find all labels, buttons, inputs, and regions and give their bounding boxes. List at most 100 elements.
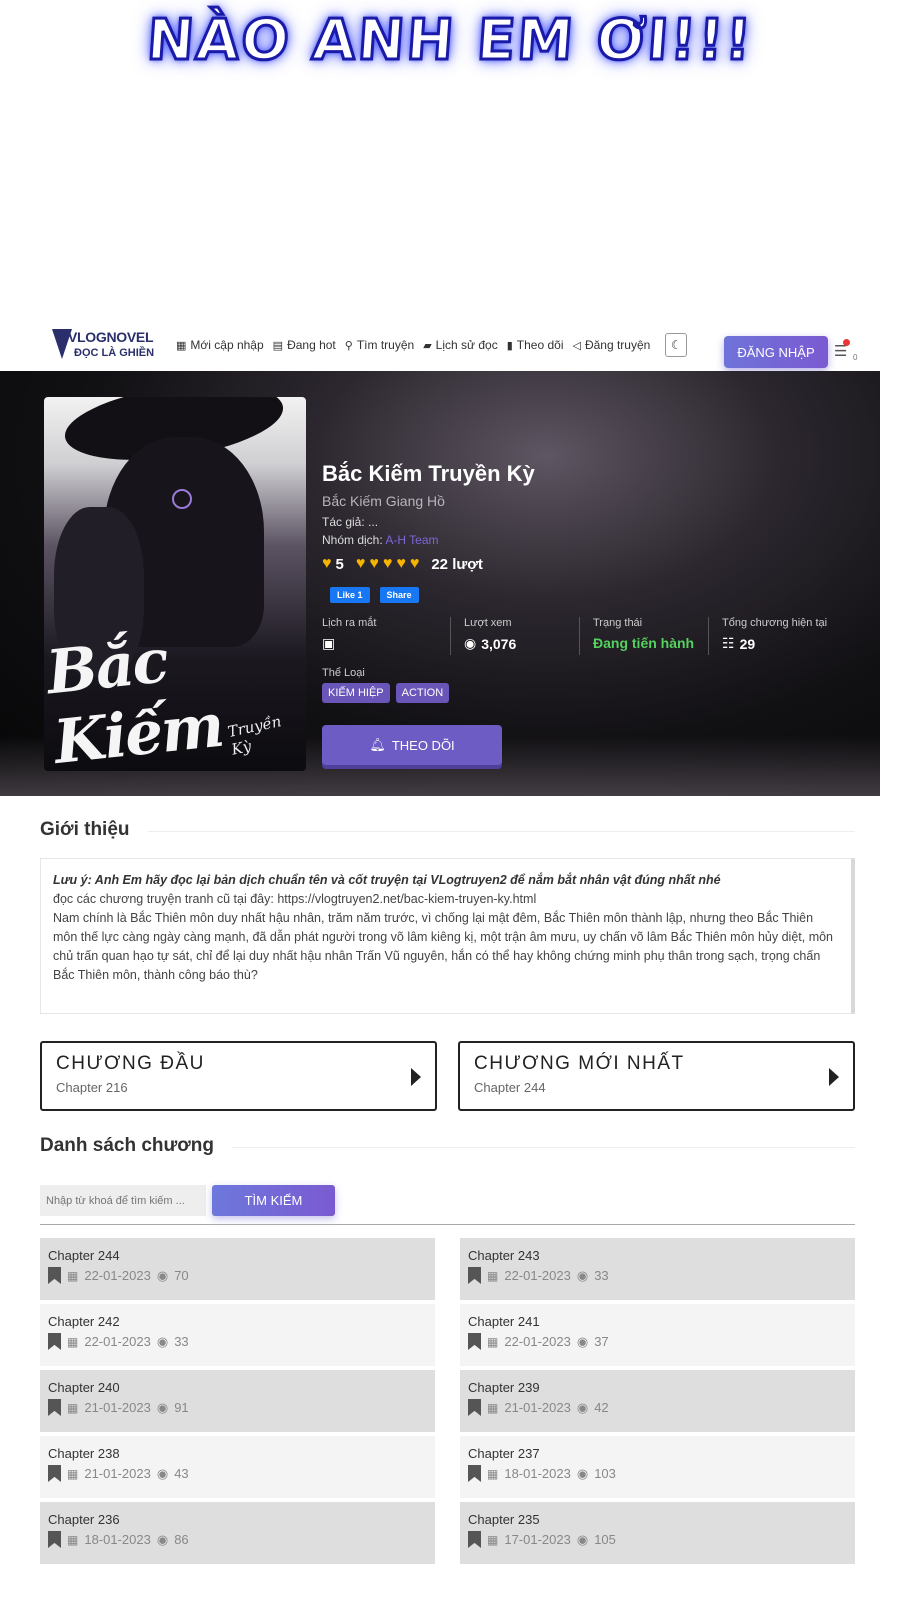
calendar-icon: ▦ — [67, 1268, 79, 1283]
latest-chapter-card[interactable]: CHƯƠNG MỚI NHẤT Chapter 244 — [458, 1041, 855, 1111]
eye-icon: ◉ — [156, 1267, 169, 1283]
promo-banner: NÀO ANH EM ƠI!!! — [0, 0, 900, 310]
manga-title: Bắc Kiếm Truyền Kỳ — [322, 461, 535, 486]
bookmark-icon[interactable] — [48, 1465, 61, 1482]
chapter-date: 18-01-2023 — [84, 1532, 151, 1547]
site-logo[interactable]: VLOGNOVEL ĐỌC LÀ GHIỀN — [52, 325, 162, 365]
facebook-buttons: Like 1 Share — [330, 587, 862, 603]
author-label: Tác giả: — [322, 515, 365, 529]
nav-item-follow[interactable]: ▮ Theo dõi — [507, 338, 564, 352]
list-item[interactable]: Chapter 241 ▦ 22-01-2023 ◉ 37 — [460, 1304, 855, 1366]
cover-emblem-icon — [172, 489, 192, 509]
login-button[interactable]: ĐĂNG NHẬP — [724, 336, 828, 368]
stat-chapters: Tổng chương hiện tại ☷ 29 — [709, 617, 838, 655]
genre-tag[interactable]: KIẾM HIỆP — [322, 683, 390, 703]
chapter-name: Chapter 240 — [48, 1380, 120, 1395]
fb-like-button[interactable]: Like 1 — [330, 587, 370, 603]
intro-link-line: đọc các chương truyện tranh cũ tại đây: … — [53, 892, 537, 906]
bell-icon: 🔔︎ — [369, 737, 386, 752]
chapter-meta: ▦ 22-01-2023 ◉ 37 — [468, 1333, 847, 1350]
chapter-name: Chapter 242 — [48, 1314, 120, 1329]
genre-tag[interactable]: ACTION — [395, 683, 450, 703]
chapter-name: Chapter 236 — [48, 1512, 120, 1527]
heart-icon[interactable]: ♥ — [383, 555, 393, 573]
group-link[interactable]: A-H Team — [385, 533, 438, 547]
eye-icon: ◉ — [576, 1531, 589, 1547]
bookmark-icon[interactable] — [48, 1267, 61, 1284]
calendar-icon: ▦ — [487, 1400, 499, 1415]
follow-button[interactable]: 🔔︎ THEO DÕI — [322, 725, 502, 765]
rating-count: 22 lượt — [431, 555, 483, 573]
chapter-date: 22-01-2023 — [84, 1334, 151, 1349]
calendar-card-icon: ▣ — [322, 635, 336, 651]
nav-item-label: Mới cập nhập — [190, 338, 264, 352]
bookmark-icon[interactable] — [468, 1333, 481, 1350]
list-item[interactable]: Chapter 244 ▦ 22-01-2023 ◉ 70 — [40, 1238, 435, 1300]
bookmark-icon[interactable] — [468, 1399, 481, 1416]
chapter-date: 18-01-2023 — [504, 1466, 571, 1481]
chapter-views: 37 — [594, 1334, 609, 1349]
calendar-icon: ▦ — [487, 1466, 499, 1481]
notification-icon[interactable]: ☰ — [834, 339, 850, 360]
grid-icon: ▦ — [176, 339, 187, 352]
genre-list: KIẾM HIỆP ACTION — [322, 683, 862, 703]
chapter-date: 22-01-2023 — [504, 1334, 571, 1349]
list-item[interactable]: Chapter 236 ▦ 18-01-2023 ◉ 86 — [40, 1502, 435, 1564]
calendar-icon: ▦ — [67, 1400, 79, 1415]
chapter-views: 33 — [174, 1334, 189, 1349]
bookmark-icon[interactable] — [48, 1531, 61, 1548]
bookmark-icon[interactable] — [48, 1333, 61, 1350]
latest-chapter-number: Chapter 244 — [474, 1080, 546, 1095]
bookmark-icon[interactable] — [468, 1465, 481, 1482]
first-chapter-card[interactable]: CHƯƠNG ĐẦU Chapter 216 — [40, 1041, 437, 1111]
eye-icon: ◉ — [464, 635, 477, 651]
heart-icon[interactable]: ♥ — [396, 555, 406, 573]
chapter-name: Chapter 235 — [468, 1512, 540, 1527]
list-item[interactable]: Chapter 238 ▦ 21-01-2023 ◉ 43 — [40, 1436, 435, 1498]
heart-icon[interactable]: ♥ — [410, 555, 420, 573]
stat-label: Trạng thái — [593, 617, 643, 629]
list-item[interactable]: Chapter 243 ▦ 22-01-2023 ◉ 33 — [460, 1238, 855, 1300]
chapter-name: Chapter 241 — [468, 1314, 540, 1329]
chapter-meta: ▦ 22-01-2023 ◉ 33 — [468, 1267, 847, 1284]
manga-alt-title: Bắc Kiếm Giang Hồ — [322, 493, 445, 509]
list-item[interactable]: Chapter 239 ▦ 21-01-2023 ◉ 42 — [460, 1370, 855, 1432]
cover-image[interactable]: Bắc Kiếm Truyền Kỳ — [44, 397, 306, 771]
nav-item-upload[interactable]: ◁ Đăng truyện — [572, 338, 650, 352]
first-chapter-number: Chapter 216 — [56, 1080, 128, 1095]
logo-title: VLOGNOVEL — [68, 329, 154, 345]
intro-box: Lưu ý: Anh Em hãy đọc lại bản dịch chuẩn… — [40, 858, 855, 1014]
nav-item-latest[interactable]: ▦ Mới cập nhập — [176, 338, 264, 352]
rating-row: ♥ 5 ♥ ♥ ♥ ♥ ♥ 22 lượt — [322, 555, 862, 573]
nav-menu: ▦ Mới cập nhập ▤ Đang hot ⚲ Tìm truyện ▰ Lịc… — [176, 333, 688, 357]
search-icon: ⚲ — [344, 339, 353, 352]
list-icon: ☷ — [722, 635, 735, 651]
calendar-icon: ▦ — [67, 1334, 79, 1349]
chapter-search-button[interactable]: TÌM KIẾM — [212, 1185, 335, 1216]
list-item[interactable]: Chapter 237 ▦ 18-01-2023 ◉ 103 — [460, 1436, 855, 1498]
nav-item-search[interactable]: ⚲ Tìm truyện — [345, 338, 414, 352]
stat-label: Lượt xem — [464, 617, 512, 629]
nav-item-hot[interactable]: ▤ Đang hot — [273, 338, 336, 352]
heart-icon[interactable]: ♥ — [369, 555, 379, 573]
logo-subtitle: ĐỌC LÀ GHIỀN — [74, 347, 155, 359]
nav-item-label: Đăng truyện — [584, 338, 651, 352]
heart-icon[interactable]: ♥ — [356, 555, 366, 573]
stat-value: ▣ — [322, 635, 450, 652]
theme-toggle-button[interactable]: ☾ — [665, 333, 688, 357]
bookmark-icon[interactable] — [468, 1531, 481, 1548]
calendar-icon: ▦ — [487, 1334, 499, 1349]
nav-item-history[interactable]: ▰ Lịch sử đọc — [423, 338, 498, 352]
calendar-icon: ▦ — [67, 1532, 79, 1547]
list-item[interactable]: Chapter 240 ▦ 21-01-2023 ◉ 91 — [40, 1370, 435, 1432]
calendar-icon: ▦ — [487, 1268, 499, 1283]
bookmark-icon[interactable] — [468, 1267, 481, 1284]
chapter-date: 22-01-2023 — [84, 1268, 151, 1283]
bookmark-icon[interactable] — [48, 1399, 61, 1416]
chapter-date: 22-01-2023 — [504, 1268, 571, 1283]
navbar: VLOGNOVEL ĐỌC LÀ GHIỀN ▦ Mới cập nhập ▤ Đa… — [0, 310, 900, 380]
chapter-search-input[interactable] — [40, 1185, 206, 1216]
fb-share-button[interactable]: Share — [379, 587, 419, 603]
list-item[interactable]: Chapter 242 ▦ 22-01-2023 ◉ 33 — [40, 1304, 435, 1366]
list-item[interactable]: Chapter 235 ▦ 17-01-2023 ◉ 105 — [460, 1502, 855, 1564]
